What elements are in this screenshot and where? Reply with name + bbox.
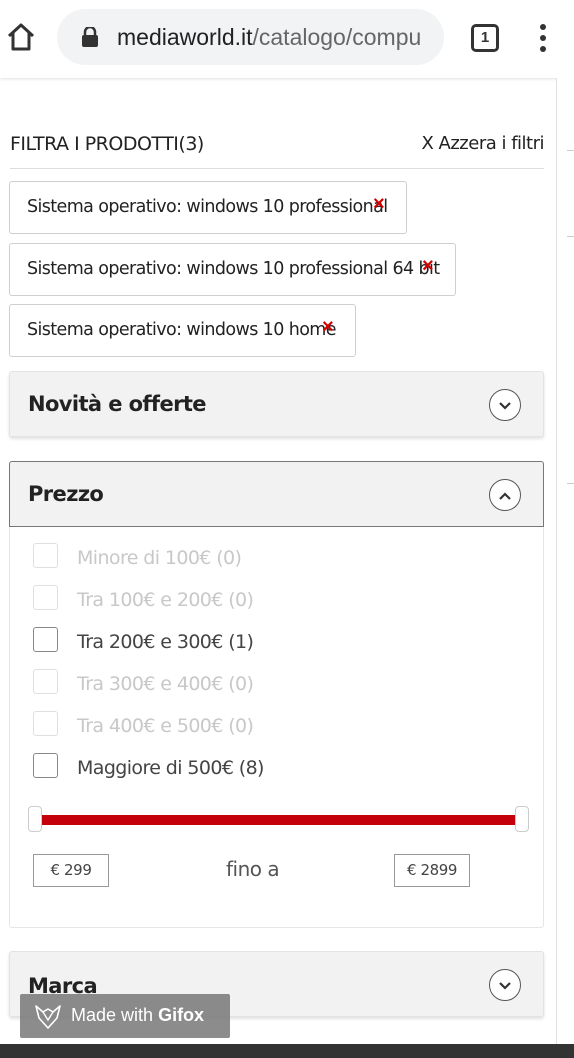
checkbox bbox=[33, 585, 58, 610]
checkbox[interactable] bbox=[33, 627, 58, 652]
chevron-down-icon[interactable] bbox=[489, 969, 521, 1001]
gifox-brand: Gifox bbox=[158, 1005, 205, 1025]
accordion-price[interactable]: Prezzo bbox=[9, 461, 544, 527]
active-filter-chip: Sistema operativo: windows 10 home × bbox=[9, 304, 356, 357]
accordion-offers[interactable]: Novità e offerte bbox=[9, 371, 544, 437]
adjacent-content-edge bbox=[556, 78, 574, 1044]
reset-filters-link[interactable]: X Azzera i filtri bbox=[421, 133, 544, 154]
option-label: Tra 300€ e 400€ (0) bbox=[77, 673, 254, 695]
option-label[interactable]: Maggiore di 500€ (8) bbox=[77, 757, 264, 779]
max-price-input[interactable]: € 2899 bbox=[394, 854, 470, 887]
chevron-up-icon[interactable] bbox=[489, 479, 521, 511]
filter-header: FILTRA I PRODOTTI(3) X Azzera i filtri bbox=[10, 133, 544, 169]
price-range-track[interactable] bbox=[38, 815, 520, 825]
remove-filter-icon[interactable]: × bbox=[373, 193, 385, 216]
chevron-down-icon[interactable] bbox=[489, 389, 521, 421]
checkbox bbox=[33, 711, 58, 736]
gifox-watermark: Made with Gifox bbox=[20, 994, 230, 1038]
price-option: Tra 400€ e 500€ (0) bbox=[33, 711, 433, 741]
url-path: /catalogo/compu bbox=[252, 24, 422, 50]
remove-filter-icon[interactable]: × bbox=[422, 255, 434, 278]
option-label[interactable]: Tra 200€ e 300€ (1) bbox=[77, 631, 254, 653]
chip-label: Sistema operativo: windows 10 profession… bbox=[27, 259, 440, 279]
accordion-title: Prezzo bbox=[28, 482, 104, 506]
remove-filter-icon[interactable]: × bbox=[322, 316, 334, 339]
gifox-prefix: Made with bbox=[71, 1005, 154, 1025]
address-bar[interactable]: mediaworld.it/catalogo/compu bbox=[57, 9, 444, 65]
tab-switcher-button[interactable]: 1 bbox=[471, 24, 499, 52]
option-label: Minore di 100€ (0) bbox=[77, 547, 242, 569]
range-min-handle[interactable] bbox=[28, 806, 42, 832]
active-filter-chip: Sistema operativo: windows 10 profession… bbox=[9, 243, 456, 296]
url-domain: mediaworld.it bbox=[117, 24, 253, 50]
chip-label: Sistema operativo: windows 10 home bbox=[27, 320, 337, 340]
url-text: mediaworld.it/catalogo/compu bbox=[117, 24, 421, 51]
gifox-text: Made with Gifox bbox=[71, 1005, 204, 1026]
price-option: Minore di 100€ (0) bbox=[33, 543, 433, 573]
fox-logo-icon bbox=[34, 1002, 62, 1035]
home-icon[interactable] bbox=[6, 22, 36, 52]
checkbox[interactable] bbox=[33, 753, 58, 778]
chip-label: Sistema operativo: windows 10 profession… bbox=[27, 197, 388, 217]
option-label: Tra 100€ e 200€ (0) bbox=[77, 589, 254, 611]
accordion-title: Novità e offerte bbox=[28, 392, 207, 416]
price-option[interactable]: Maggiore di 500€ (8) bbox=[33, 753, 433, 783]
lock-icon bbox=[81, 25, 99, 47]
price-filter-panel: Minore di 100€ (0) Tra 100€ e 200€ (0) T… bbox=[9, 527, 544, 928]
system-nav-bar bbox=[0, 1044, 574, 1058]
price-option[interactable]: Tra 200€ e 300€ (1) bbox=[33, 627, 433, 657]
price-option: Tra 300€ e 400€ (0) bbox=[33, 669, 433, 699]
checkbox bbox=[33, 543, 58, 568]
filter-title: FILTRA I PRODOTTI(3) bbox=[10, 133, 204, 155]
active-filter-chip: Sistema operativo: windows 10 profession… bbox=[9, 181, 407, 234]
checkbox bbox=[33, 669, 58, 694]
option-label: Tra 400€ e 500€ (0) bbox=[77, 715, 254, 737]
min-price-input[interactable]: € 299 bbox=[33, 854, 109, 887]
price-option: Tra 100€ e 200€ (0) bbox=[33, 585, 433, 615]
range-max-handle[interactable] bbox=[515, 806, 529, 832]
overflow-menu-icon[interactable] bbox=[534, 24, 552, 54]
range-separator-label: fino a bbox=[226, 857, 280, 881]
browser-toolbar: mediaworld.it/catalogo/compu 1 bbox=[0, 0, 574, 78]
